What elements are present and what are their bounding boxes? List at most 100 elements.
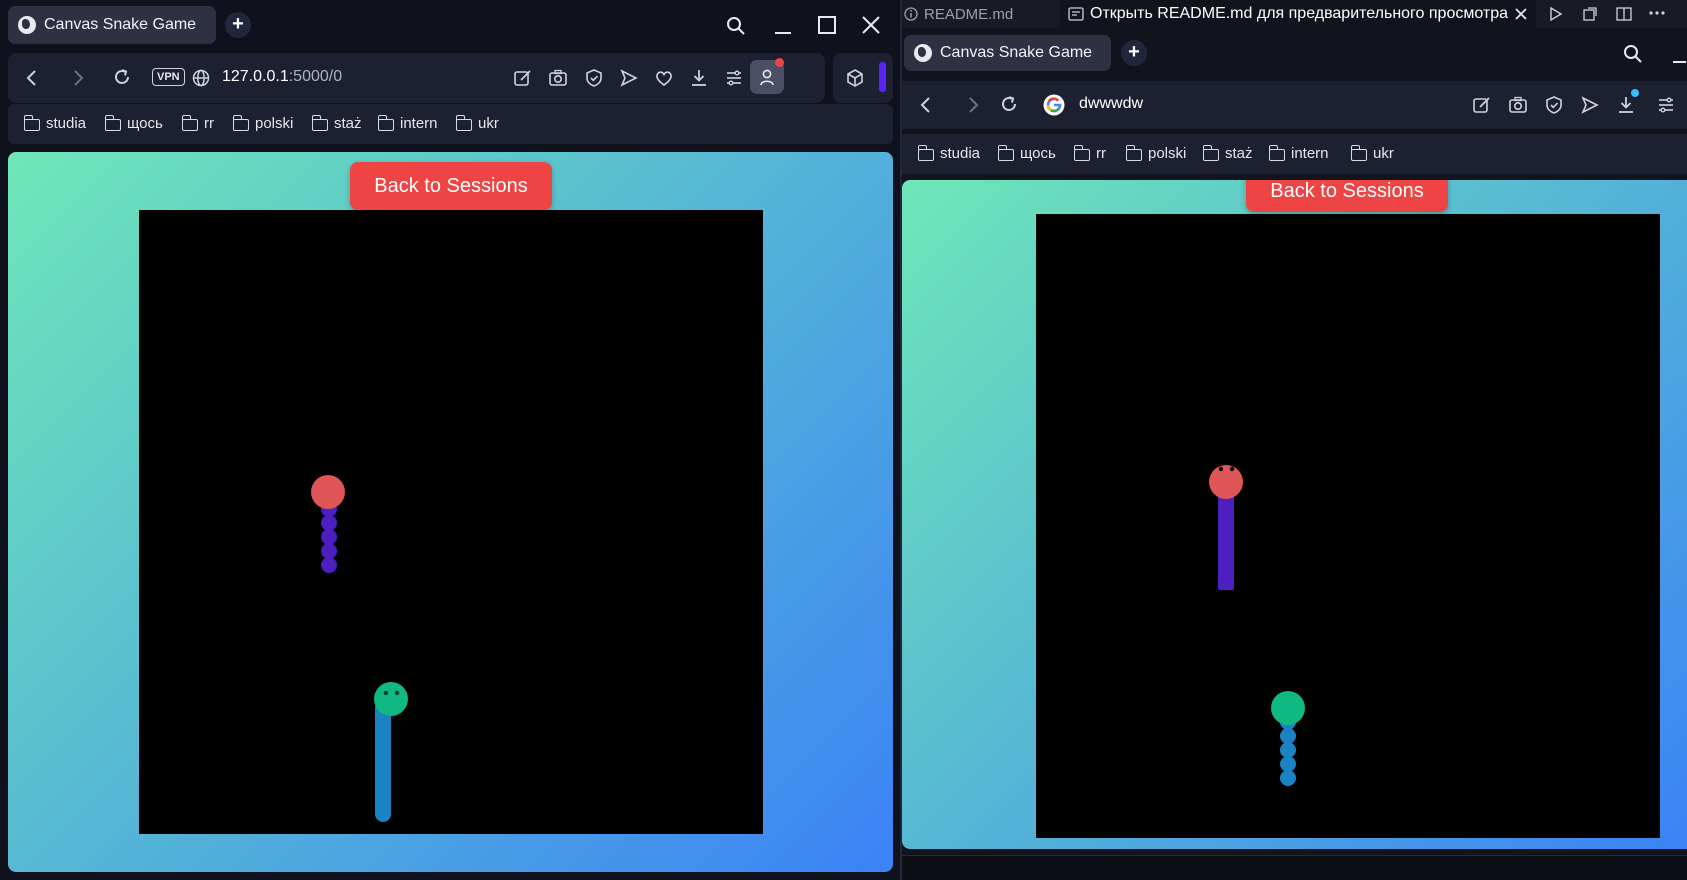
bookmark-rr[interactable]: rr (1073, 144, 1106, 162)
run-icon[interactable] (1549, 7, 1563, 21)
bookmark-label: polski (1148, 145, 1187, 162)
send-icon[interactable] (1580, 95, 1600, 115)
editor-tab-preview[interactable]: Открыть README.md для предварительного п… (1060, 0, 1537, 28)
bookmark-shchos[interactable]: щось (997, 144, 1056, 162)
bookmark-label: ukr (1373, 145, 1394, 162)
camera-icon[interactable] (548, 68, 568, 88)
download-icon[interactable] (1616, 95, 1636, 115)
tab-canvas-snake-game[interactable]: Canvas Snake Game (904, 35, 1111, 71)
back-to-sessions-button[interactable]: Back to Sessions (350, 162, 552, 210)
game-canvas[interactable] (139, 210, 763, 834)
folder-icon (1268, 144, 1285, 161)
snake-segment (1280, 728, 1296, 744)
bookmark-studia[interactable]: studia (917, 144, 980, 162)
forward-icon[interactable] (965, 96, 981, 114)
snake-segment (321, 515, 337, 531)
bookmarks-bar: studia щось rr polski staż intern ukr (8, 104, 893, 144)
edit-icon[interactable] (1472, 95, 1492, 115)
back-to-sessions-button[interactable]: Back to Sessions (1246, 180, 1448, 212)
editor-status-area (902, 855, 1687, 880)
editor-tab-readme[interactable]: README.md (904, 0, 1013, 28)
camera-icon[interactable] (1508, 95, 1528, 115)
back-icon[interactable] (24, 69, 40, 87)
open-changes-icon[interactable] (1582, 6, 1598, 22)
extensions-area (833, 53, 893, 103)
cube-icon[interactable] (845, 68, 865, 88)
bookmarks-bar: studia щось rr polski staż intern ukr (902, 134, 1687, 174)
bookmark-ukr[interactable]: ukr (455, 114, 499, 132)
settings-sliders-icon[interactable] (724, 68, 744, 88)
tab-title: Canvas Snake Game (44, 16, 197, 33)
snake-segment (321, 529, 337, 545)
forward-icon[interactable] (70, 69, 86, 87)
folder-icon (455, 114, 472, 131)
more-actions-icon[interactable] (1648, 10, 1666, 16)
info-icon (904, 7, 918, 21)
game-canvas[interactable] (1036, 214, 1660, 838)
bookmark-rr[interactable]: rr (181, 114, 214, 132)
tab-canvas-snake-game[interactable]: Canvas Snake Game (8, 6, 216, 44)
snake-eye (383, 690, 389, 696)
editor-tab-strip: README.md Открыть README.md для предвари… (902, 0, 1687, 28)
bookmark-ukr[interactable]: ukr (1350, 144, 1394, 162)
page-content: Back to Sessions (902, 180, 1687, 849)
folder-icon (181, 114, 198, 131)
editor-tab-label: README.md (924, 5, 1014, 23)
snake-head (374, 682, 408, 716)
bookmark-polski[interactable]: polski (232, 114, 294, 132)
bookmark-polski[interactable]: polski (1125, 144, 1187, 162)
close-icon[interactable] (862, 16, 880, 34)
bookmark-label: staż (334, 115, 362, 132)
send-icon[interactable] (619, 68, 639, 88)
url-path: :5000/0 (288, 68, 343, 85)
folder-icon (104, 114, 121, 131)
split-editor-icon[interactable] (1616, 6, 1632, 22)
url-field[interactable]: dwwwdw (1079, 95, 1143, 113)
profile-button[interactable] (750, 58, 784, 94)
globe-icon (192, 69, 210, 87)
shield-icon[interactable] (584, 68, 604, 88)
bookmark-studia[interactable]: studia (23, 114, 86, 132)
bookmark-staz[interactable]: staż (311, 114, 362, 132)
bookmark-intern[interactable]: intern (1268, 144, 1329, 162)
snake-eye (1229, 466, 1235, 472)
bookmark-shchos[interactable]: щось (104, 114, 163, 132)
edit-icon[interactable] (513, 68, 533, 88)
url-field[interactable]: 127.0.0.1:5000/0 (222, 68, 342, 86)
reload-icon[interactable] (999, 94, 1019, 114)
bookmark-label: rr (1096, 145, 1106, 162)
close-icon[interactable] (1514, 7, 1528, 21)
editor-tab-label: Открыть README.md для предварительного п… (1090, 5, 1509, 22)
settings-sliders-icon[interactable] (1656, 95, 1676, 115)
bookmark-intern[interactable]: intern (377, 114, 438, 132)
back-icon[interactable] (918, 96, 934, 114)
vpn-badge[interactable]: VPN (152, 68, 185, 86)
google-icon (1043, 94, 1065, 116)
minimize-icon[interactable] (774, 16, 792, 36)
download-icon[interactable] (689, 68, 709, 88)
folder-icon (1202, 144, 1219, 161)
shield-icon[interactable] (1544, 95, 1564, 115)
new-tab-button[interactable]: + (225, 12, 251, 38)
folder-icon (1350, 144, 1367, 161)
snake-segment (1280, 742, 1296, 758)
page-content: Back to Sessions (8, 152, 893, 872)
bookmark-label: polski (255, 115, 294, 132)
heart-icon[interactable] (654, 68, 674, 88)
snake-green (1271, 691, 1305, 786)
address-bar: VPN 127.0.0.1:5000/0 (8, 53, 825, 103)
bookmark-label: staż (1225, 145, 1253, 162)
new-tab-button[interactable]: + (1121, 40, 1147, 66)
snake-head (1271, 691, 1305, 725)
maximize-icon[interactable] (818, 16, 836, 34)
bookmark-label: щось (1020, 145, 1056, 162)
bookmark-staz[interactable]: staż (1202, 144, 1253, 162)
browser-window-left: Canvas Snake Game + VPN 127.0.0.1:5000/0… (0, 0, 900, 880)
reload-icon[interactable] (112, 67, 132, 87)
snake-head (311, 475, 345, 509)
search-icon[interactable] (1623, 44, 1643, 64)
profile-icon (760, 69, 774, 86)
minimize-icon[interactable] (1672, 44, 1686, 64)
bookmark-label: intern (400, 115, 438, 132)
search-icon[interactable] (726, 16, 746, 36)
